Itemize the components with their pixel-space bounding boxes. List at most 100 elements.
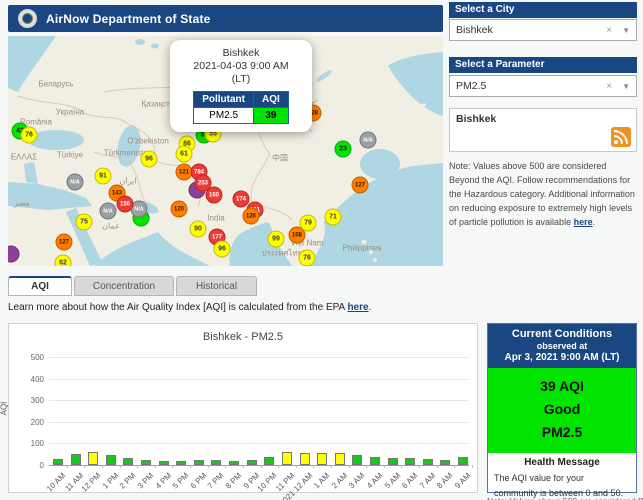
popup-aqi-value: 39 — [253, 107, 289, 125]
select-city-header: Select a City — [449, 2, 637, 18]
tab-aqi[interactable]: AQI — [8, 276, 72, 296]
map-place-label: مصر — [14, 198, 30, 208]
tab-historical[interactable]: Historical — [176, 276, 257, 296]
parameter-select-value: PM2.5 — [456, 80, 487, 92]
popup-pollutant-value: PM2.5 — [193, 107, 254, 125]
aqi-marker[interactable]: N/A — [359, 131, 377, 149]
aqi-marker[interactable]: 62 — [54, 254, 72, 266]
x-tick — [278, 465, 280, 468]
bar — [387, 458, 398, 465]
city-select-value: Bishkek — [456, 24, 493, 36]
bar — [440, 460, 451, 465]
x-tick — [154, 465, 156, 468]
x-tick — [190, 465, 192, 468]
rss-icon[interactable] — [611, 127, 631, 147]
feed-box: Bishkek — [449, 108, 637, 152]
chart-y-axis-label: AQI — [0, 401, 9, 416]
x-tick — [66, 465, 68, 468]
aqi-marker[interactable]: 76 — [20, 126, 38, 144]
map-place-label: O'zbekiston — [127, 136, 169, 146]
x-tick — [260, 465, 262, 468]
bar — [264, 456, 275, 465]
map-place-label: ประเทศไทย — [261, 248, 303, 258]
bar — [229, 460, 240, 465]
gridline — [49, 421, 469, 423]
aqi-marker[interactable]: 127 — [351, 176, 369, 194]
note-here-link[interactable]: here — [574, 217, 593, 227]
aqi-marker[interactable]: 126 — [242, 207, 260, 225]
aqi-marker[interactable]: 76 — [298, 249, 316, 266]
popup-pollutant-header: Pollutant — [193, 91, 254, 109]
map-place-label: ΕΛΛΑΣ — [10, 152, 38, 162]
aqi-marker[interactable]: 99 — [267, 230, 285, 248]
map-place-label: عمان — [102, 221, 120, 231]
map-place-label: Україна — [55, 107, 85, 117]
aqi-marker[interactable]: 160 — [205, 186, 223, 204]
gridline — [49, 400, 469, 402]
x-tick — [313, 465, 315, 468]
bar — [88, 451, 99, 465]
select-parameter-header: Select a Parameter — [449, 57, 637, 73]
aqi-marker[interactable]: 127 — [55, 233, 73, 251]
gridline — [49, 443, 469, 445]
map-place-label: 中国 — [272, 153, 288, 163]
health-message: Health Message The AQI value for your co… — [494, 457, 624, 498]
aqi-marker[interactable]: 71 — [324, 208, 342, 226]
bar — [334, 452, 345, 465]
chevron-down-icon[interactable]: ▼ — [622, 82, 630, 91]
aqi-marker[interactable]: 75 — [75, 213, 93, 231]
feed-city-label: Bishkek — [456, 113, 497, 125]
app-title: AirNow Department of State — [46, 11, 211, 26]
bar — [246, 459, 257, 465]
bar — [405, 458, 416, 465]
x-tick — [242, 465, 244, 468]
aqi-marker[interactable]: N/A — [99, 202, 117, 220]
learn-more-text: Learn more about how the Air Quality Ind… — [8, 302, 372, 313]
bar — [70, 454, 81, 465]
clear-parameter-icon[interactable]: × — [606, 81, 612, 92]
x-tick — [119, 465, 121, 468]
bar — [211, 459, 222, 465]
x-tick — [366, 465, 368, 468]
map-place-label: India — [207, 213, 225, 223]
sidebar-note: Note: Values above 500 are considered Be… — [449, 161, 635, 227]
x-tick — [401, 465, 403, 468]
y-tick-label: 300 — [30, 396, 44, 406]
observed-at-datetime: Apr 3, 2021 9:00 AM (LT) — [504, 352, 620, 363]
bar — [123, 457, 134, 465]
bar — [105, 455, 116, 465]
aqi-marker[interactable]: 156 — [116, 195, 134, 213]
aqi-bar-chart: Bishkek - PM2.5 AQI 0 100 200 300 400 500 10 A… — [0, 323, 478, 500]
aqi-marker[interactable]: 79 — [299, 214, 317, 232]
clear-city-icon[interactable]: × — [606, 25, 612, 36]
popup-datetime: 2021-04-03 9:00 AM — [193, 60, 289, 73]
city-select[interactable]: Bishkek × ▼ — [449, 19, 637, 41]
aqi-marker[interactable]: 96 — [140, 150, 158, 168]
x-tick — [172, 465, 174, 468]
x-tick — [84, 465, 86, 468]
aqi-marker[interactable]: 96 — [213, 240, 231, 258]
aqi-marker[interactable]: 23 — [334, 140, 352, 158]
aqi-marker[interactable]: 90 — [189, 220, 207, 238]
parameter-select[interactable]: PM2.5 × ▼ — [449, 75, 637, 97]
x-tick — [295, 465, 297, 468]
aqi-marker[interactable]: 120 — [170, 200, 188, 218]
x-tick — [471, 465, 473, 468]
gridline — [49, 378, 469, 380]
y-tick-label: 0 — [39, 461, 44, 470]
tab-concentration[interactable]: Concentration — [74, 276, 174, 296]
dos-seal-logo — [18, 9, 37, 28]
current-conditions-header: Current Conditions observed at Apr 3, 20… — [488, 324, 636, 368]
bar — [369, 456, 380, 465]
popup-timezone: (LT) — [231, 73, 251, 86]
chevron-down-icon[interactable]: ▼ — [622, 26, 630, 35]
gridline — [49, 357, 469, 358]
aqi-marker[interactable]: N/A — [66, 173, 84, 191]
aqi-summary-box: 39 AQI Good PM2.5 — [488, 368, 636, 454]
epa-here-link[interactable]: here — [347, 302, 368, 313]
aqi-marker[interactable]: 61 — [175, 145, 193, 163]
aqi-marker[interactable]: 91 — [94, 167, 112, 185]
map-place-label: Беларусь — [38, 79, 74, 89]
x-tick — [436, 465, 438, 468]
y-tick-label: 100 — [30, 439, 44, 449]
